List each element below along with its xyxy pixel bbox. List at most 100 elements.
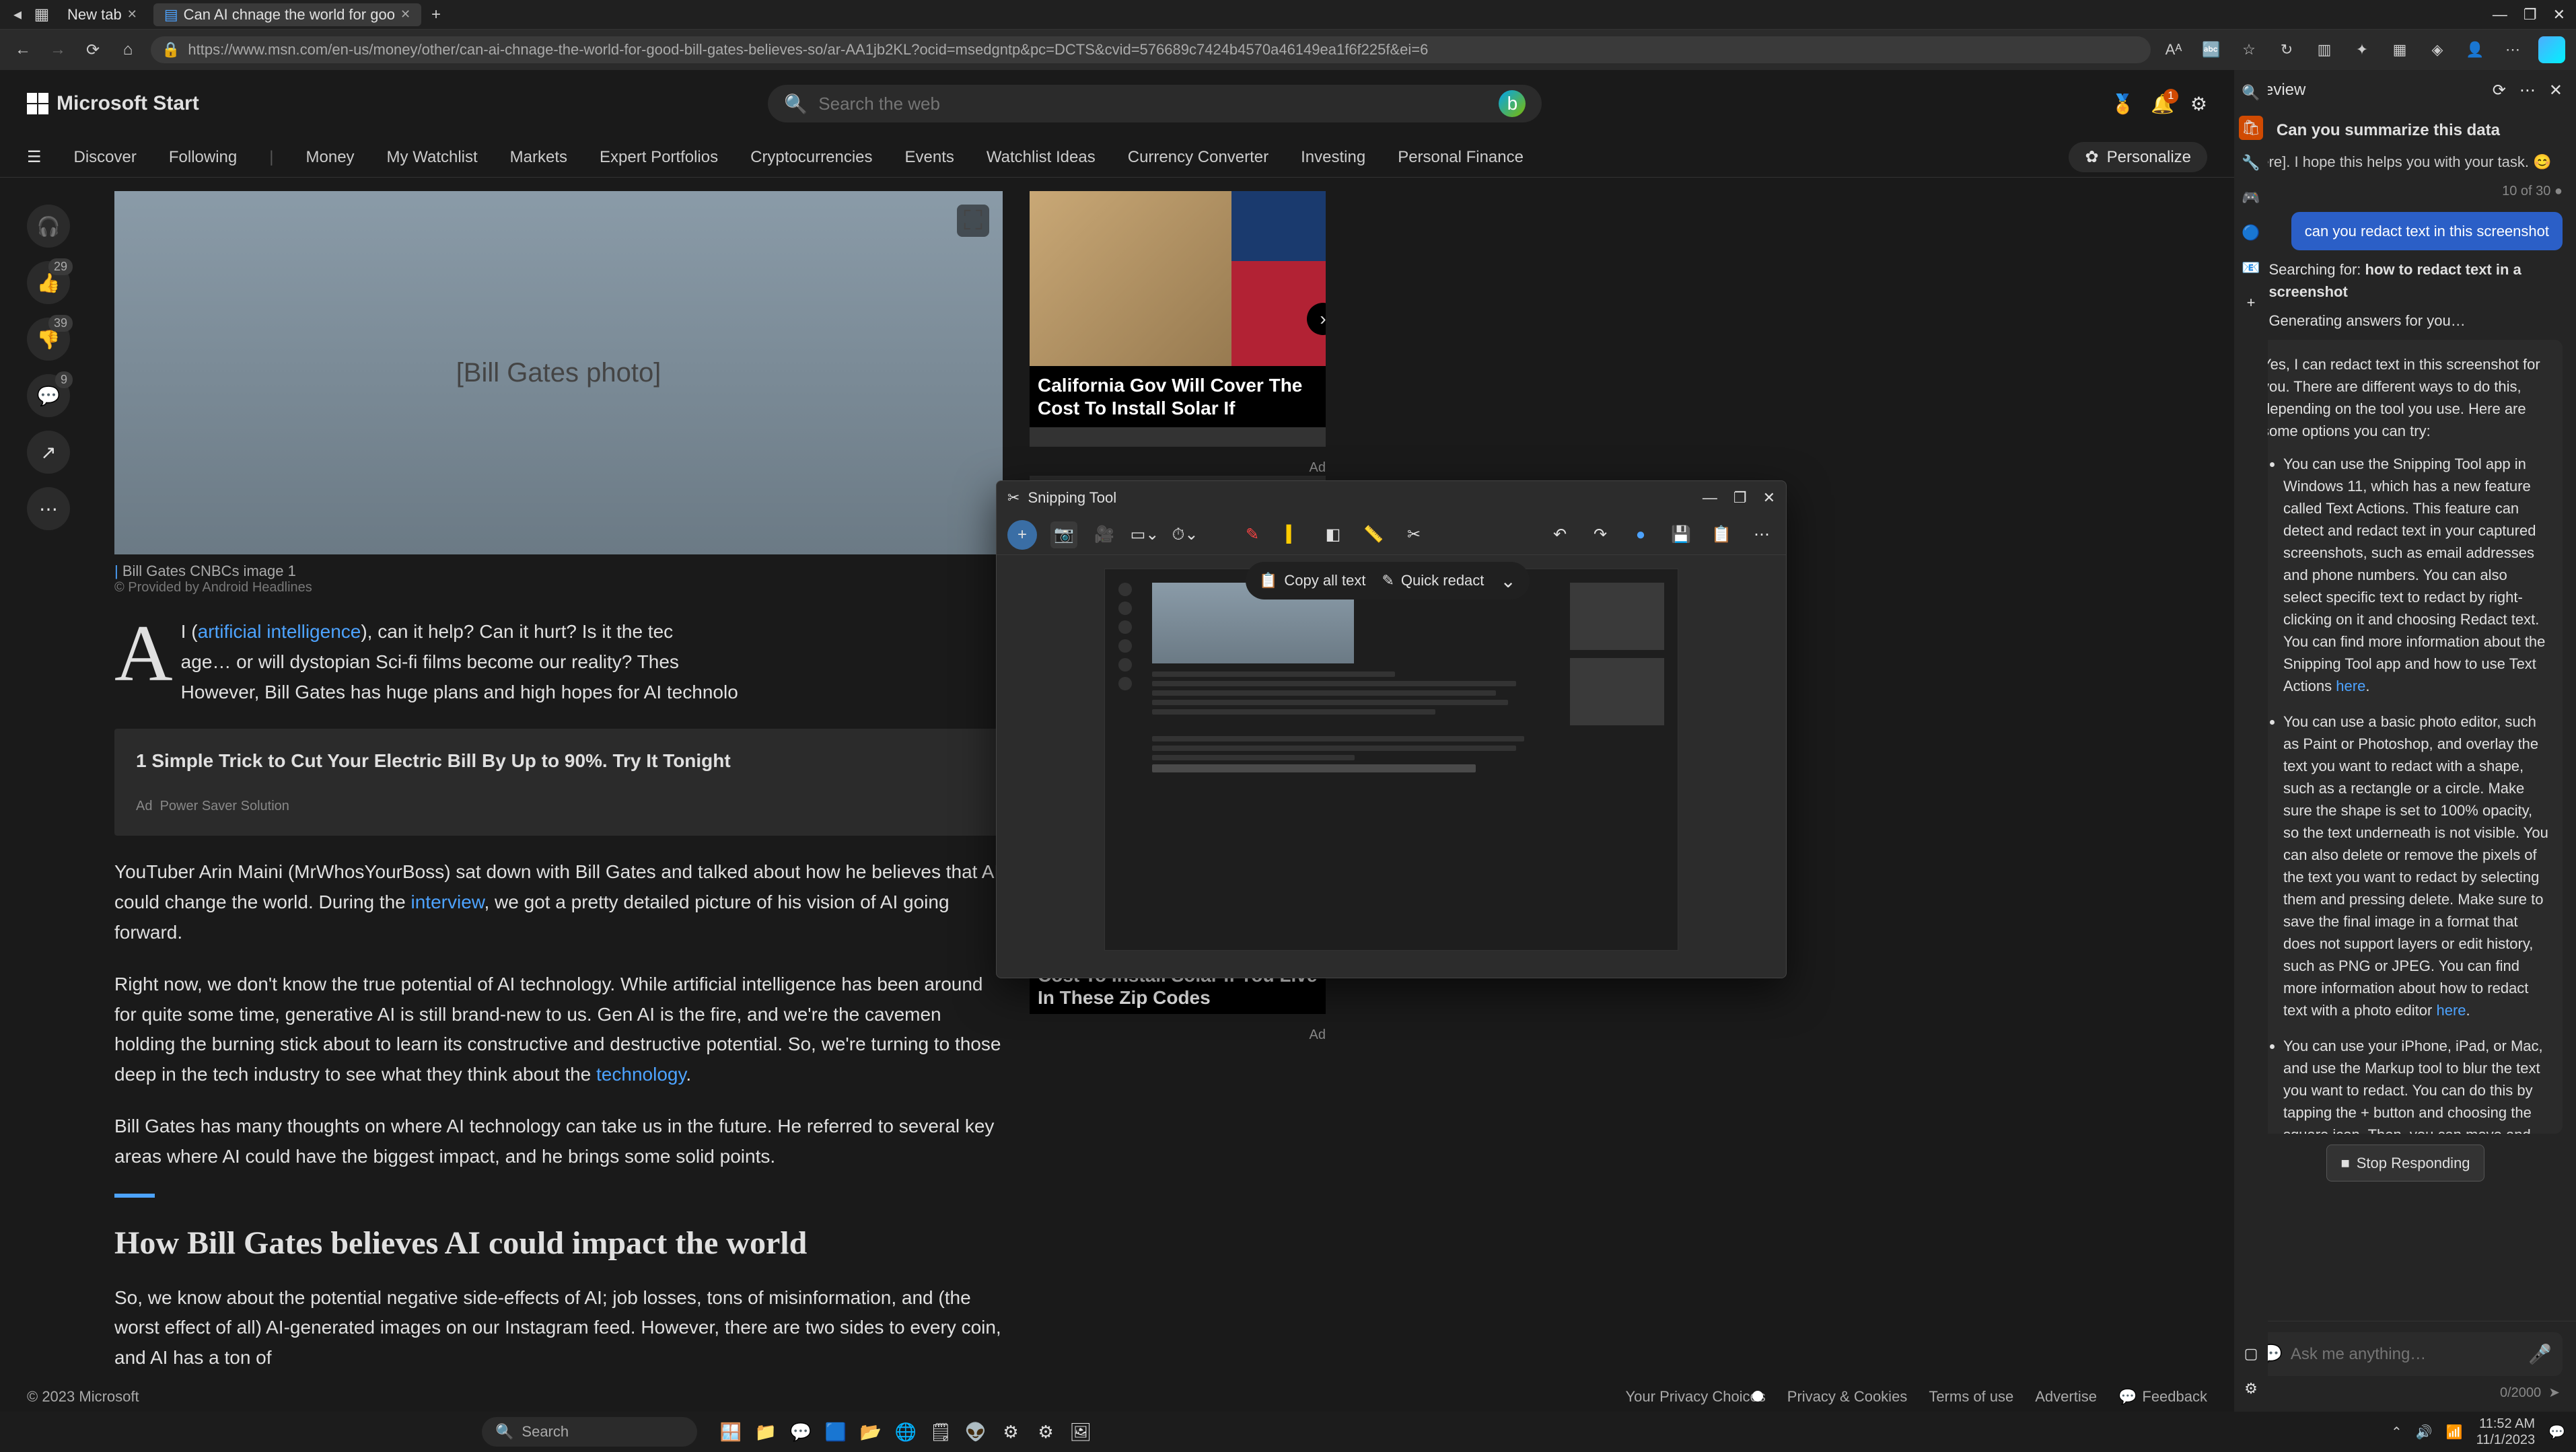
more-button[interactable]: ⋯ — [2519, 81, 2536, 100]
translate-button[interactable]: 🔤 — [2199, 38, 2223, 62]
link-here-2[interactable]: here — [2436, 1002, 2466, 1019]
advertise-link[interactable]: Advertise — [2035, 1388, 2097, 1406]
quick-redact-button[interactable]: ✎ Quick redact — [1382, 572, 1484, 589]
tab-article[interactable]: ▤ Can AI chnage the world for goo ✕ — [153, 3, 421, 26]
nav-money[interactable]: Money — [306, 148, 355, 167]
snip-canvas[interactable] — [1104, 569, 1678, 951]
collections-button[interactable]: ▦ — [2388, 38, 2412, 62]
pen-button[interactable]: ✎ — [1239, 521, 1266, 548]
strip-collapse[interactable]: ▢ — [2239, 1342, 2263, 1366]
copy-button[interactable]: 📋 — [1708, 521, 1735, 548]
taskbar-app-4[interactable]: 📂 — [856, 1417, 886, 1447]
link-interview[interactable]: interview — [411, 892, 485, 912]
close-button[interactable]: ✕ — [2549, 81, 2563, 100]
nav-markets[interactable]: Markets — [510, 148, 567, 167]
taskbar-app-8[interactable]: ⚙ — [996, 1417, 1026, 1447]
strip-gear[interactable]: ⚙ — [2239, 1377, 2263, 1401]
taskbar-app-9[interactable]: ⚙ — [1031, 1417, 1061, 1447]
extensions-button[interactable]: ✦ — [2350, 38, 2374, 62]
copilot-input[interactable]: 💬 🎤 — [2248, 1332, 2563, 1376]
maximize-button[interactable]: ❐ — [2524, 6, 2537, 24]
clock[interactable]: 11:52 AM 11/1/2023 — [2476, 1416, 2536, 1448]
tab-prev[interactable]: ◂ — [5, 3, 30, 27]
more-button[interactable]: ⋯ — [1748, 521, 1775, 548]
refresh2-button[interactable]: ↻ — [2275, 38, 2299, 62]
eraser-button[interactable]: ◧ — [1320, 521, 1347, 548]
nav-events[interactable]: Events — [905, 148, 954, 167]
personalize-button[interactable]: ✿ Personalize — [2069, 142, 2207, 172]
minimize-button[interactable]: — — [1703, 489, 1717, 507]
strip-outlook[interactable]: 📧 — [2239, 256, 2263, 280]
terms-link[interactable]: Terms of use — [1929, 1388, 2013, 1406]
strip-search[interactable]: 🔍 — [2239, 81, 2263, 105]
settings-button[interactable]: ⚙ — [2190, 93, 2207, 115]
link-technology[interactable]: technology — [596, 1064, 686, 1085]
taskbar-app-2[interactable]: 💬 — [786, 1417, 816, 1447]
mic-button[interactable]: 🎤 — [2528, 1343, 2552, 1365]
close-icon[interactable]: ✕ — [127, 7, 137, 22]
taskbar-app-1[interactable]: 📁 — [751, 1417, 781, 1447]
share-button[interactable]: ↗ — [27, 431, 70, 474]
tray-sound[interactable]: 🔊 — [2416, 1424, 2433, 1441]
strip-shop[interactable]: 🛍 — [2239, 116, 2263, 140]
video-button[interactable]: 🎥 — [1091, 521, 1118, 548]
link-here-1[interactable]: here — [2336, 678, 2365, 694]
taskbar-app-0[interactable]: 🪟 — [716, 1417, 746, 1447]
profile-button[interactable]: 👤 — [2463, 38, 2487, 62]
favorite-button[interactable]: ☆ — [2237, 38, 2261, 62]
shape-button[interactable]: ▭⌄ — [1131, 521, 1158, 548]
tab-newtab[interactable]: New tab ✕ — [57, 3, 148, 26]
bing-search-button[interactable]: ● — [1627, 521, 1654, 548]
home-button[interactable]: ⌂ — [116, 38, 140, 62]
minimize-button[interactable]: — — [2493, 6, 2507, 24]
taskbar-app-6[interactable]: 🗒 — [926, 1417, 956, 1447]
like-button[interactable]: 👍 29 — [27, 261, 70, 304]
url-input[interactable]: 🔒 https://www.msn.com/en-us/money/other/… — [151, 36, 2151, 63]
close-button[interactable]: ✕ — [1763, 489, 1775, 507]
taskbar-app-3[interactable]: 🟦 — [821, 1417, 851, 1447]
split-button[interactable]: ▥ — [2312, 38, 2336, 62]
wallet-button[interactable]: ◈ — [2425, 38, 2449, 62]
msn-logo[interactable]: Microsoft Start — [27, 92, 199, 115]
send-button[interactable]: ➤ — [2548, 1385, 2560, 1400]
nav-ideas[interactable]: Watchlist Ideas — [987, 148, 1096, 167]
taskbar-search[interactable]: 🔍 Search — [482, 1417, 697, 1447]
redo-button[interactable]: ↷ — [1587, 521, 1614, 548]
copy-all-text-button[interactable]: 📋 Copy all text — [1259, 572, 1365, 589]
nav-investing[interactable]: Investing — [1301, 148, 1365, 167]
save-button[interactable]: 💾 — [1668, 521, 1694, 548]
link-ai[interactable]: artificial intelligence — [198, 621, 361, 642]
highlighter-button[interactable]: ▍ — [1279, 521, 1306, 548]
menu-button[interactable]: ☰ — [27, 147, 42, 167]
bing-icon[interactable]: b — [1499, 90, 1526, 117]
privacy-cookies-link[interactable]: Privacy & Cookies — [1787, 1388, 1908, 1406]
snip-titlebar[interactable]: ✂ Snipping Tool — ❐ ✕ — [997, 481, 1786, 515]
expand-image-button[interactable]: ⛶ — [957, 205, 989, 237]
close-icon[interactable]: ✕ — [400, 7, 410, 22]
comment-button[interactable]: 💬 9 — [27, 374, 70, 417]
refresh-button[interactable]: ⟳ — [2493, 81, 2506, 100]
undo-button[interactable]: ↶ — [1546, 521, 1573, 548]
copilot-button[interactable] — [2538, 36, 2565, 63]
crop-button[interactable]: ✂ — [1400, 521, 1427, 548]
nav-personal[interactable]: Personal Finance — [1398, 148, 1524, 167]
strip-app[interactable]: 🔵 — [2239, 221, 2263, 245]
nav-crypto[interactable]: Cryptocurrencies — [750, 148, 872, 167]
strip-tools[interactable]: 🔧 — [2239, 151, 2263, 175]
nav-watchlist[interactable]: My Watchlist — [387, 148, 478, 167]
chevron-down-icon[interactable]: ⌄ — [1500, 570, 1515, 592]
rewards-button[interactable]: 🏅 — [2111, 93, 2135, 115]
capture-mode-button[interactable]: 📷 — [1050, 521, 1077, 548]
notifications-button[interactable]: 💬 — [2548, 1424, 2565, 1441]
ruler-button[interactable]: 📏 — [1360, 521, 1387, 548]
new-snip-button[interactable]: + — [1007, 520, 1037, 550]
listen-button[interactable]: 🎧 — [27, 205, 70, 248]
web-search-input[interactable] — [818, 94, 1488, 114]
strip-games[interactable]: 🎮 — [2239, 186, 2263, 210]
notifications-button[interactable]: 🔔 1 — [2151, 93, 2174, 115]
more-button[interactable]: ⋯ — [2501, 38, 2525, 62]
dislike-button[interactable]: 👎 39 — [27, 318, 70, 361]
web-search-box[interactable]: 🔍 b — [768, 85, 1542, 122]
maximize-button[interactable]: ❐ — [1733, 489, 1747, 507]
tray-expand[interactable]: ⌃ — [2391, 1424, 2402, 1441]
